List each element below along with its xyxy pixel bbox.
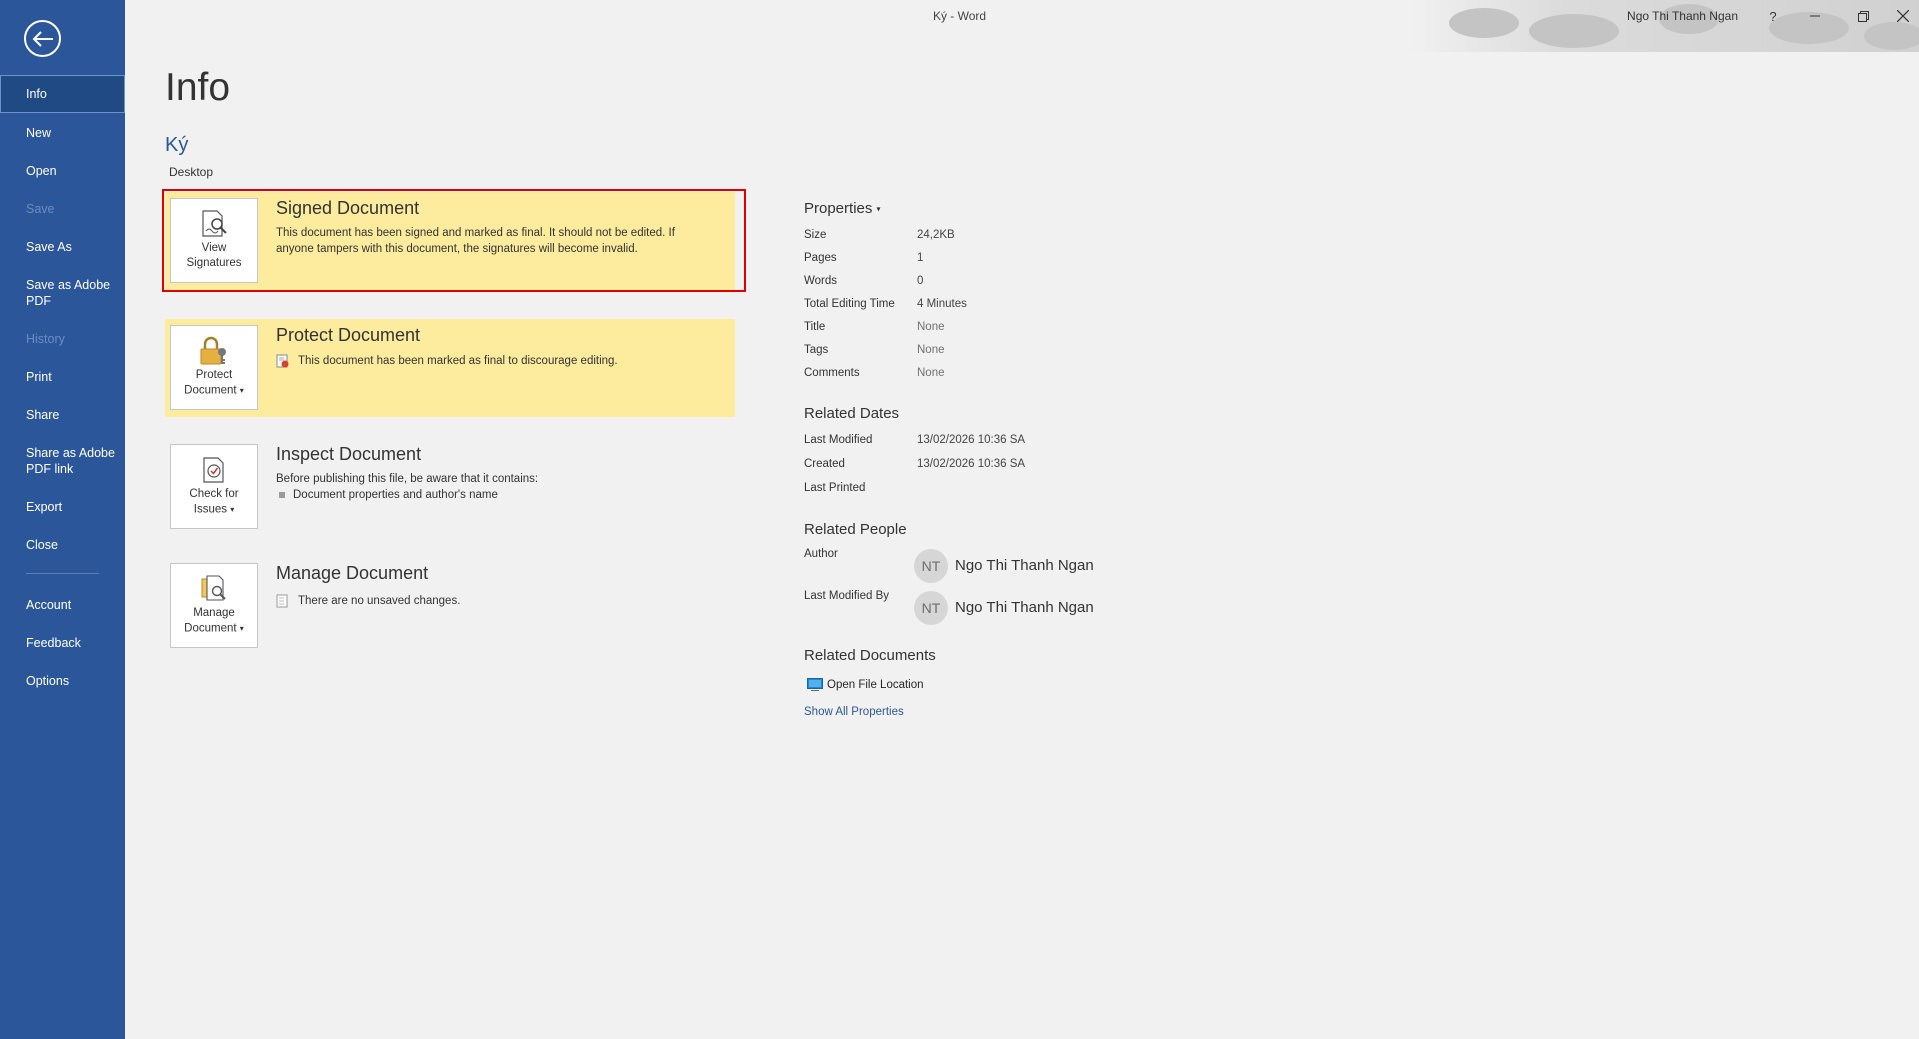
modifier-avatar[interactable]: NT — [914, 591, 948, 625]
protect-document-description: This document has been marked as final t… — [298, 355, 618, 367]
document-status-icon — [276, 594, 288, 608]
nav-new[interactable]: New — [0, 125, 125, 141]
author-name[interactable]: Ngo Thi Thanh Ngan — [955, 557, 1094, 574]
related-people-heading: Related People — [804, 521, 907, 538]
nav-close[interactable]: Close — [0, 537, 125, 553]
inspect-document-section: Check for Issues ▾ Inspect Document Befo… — [165, 438, 735, 536]
nav-share[interactable]: Share — [0, 407, 125, 423]
help-button[interactable]: ? — [1753, 4, 1793, 28]
close-window-button[interactable] — [1883, 4, 1919, 28]
nav-export[interactable]: Export — [0, 499, 125, 515]
protect-document-label: Protect Document ▾ — [184, 369, 244, 397]
inspect-bullet-text: Document properties and author's name — [293, 489, 498, 501]
properties-dropdown[interactable]: Properties ▾ — [804, 200, 881, 217]
nav-divider — [26, 573, 99, 574]
signature-document-icon — [200, 209, 228, 239]
backstage-nav: Info New Open Save Save As Save as Adobe… — [0, 0, 125, 1039]
marked-final-icon — [276, 354, 289, 368]
manage-document-title: Manage Document — [276, 563, 429, 583]
nav-save-as[interactable]: Save As — [0, 239, 125, 255]
document-name: Ký — [165, 134, 189, 156]
back-arrow-icon[interactable] — [24, 20, 61, 57]
signed-in-user[interactable]: Ngo Thi Thanh Ngan — [1627, 9, 1738, 23]
nav-account[interactable]: Account — [0, 597, 125, 613]
open-file-location-link[interactable]: Open File Location — [807, 678, 924, 691]
document-location: Desktop — [169, 165, 214, 179]
signed-document-description: This document has been signed and marked… — [276, 227, 675, 255]
close-icon — [1897, 10, 1909, 22]
nav-feedback[interactable]: Feedback — [0, 635, 125, 651]
protect-document-title: Protect Document — [276, 325, 421, 345]
help-icon: ? — [1769, 8, 1777, 24]
manage-document-description: There are no unsaved changes. — [298, 595, 461, 607]
nav-label: Info — [26, 87, 47, 101]
nav-options[interactable]: Options — [0, 673, 125, 689]
author-avatar[interactable]: NT — [914, 549, 948, 583]
minimize-icon — [1810, 15, 1820, 17]
nav-open[interactable]: Open — [0, 163, 125, 179]
chevron-down-icon: ▾ — [876, 204, 881, 214]
chevron-down-icon: ▾ — [230, 505, 235, 514]
protect-document-status: This document has been marked as final t… — [276, 354, 618, 368]
manage-document-label: Manage Document ▾ — [184, 607, 244, 635]
restore-icon — [1857, 10, 1869, 22]
page-title: Info — [165, 66, 231, 109]
view-signatures-button[interactable]: View Signatures — [170, 198, 258, 283]
chevron-down-icon: ▾ — [239, 386, 244, 395]
inspect-document-description: Before publishing this file, be aware th… — [276, 473, 539, 485]
restore-button[interactable] — [1843, 4, 1883, 28]
manage-document-button[interactable]: Manage Document ▾ — [170, 563, 258, 648]
bullet-icon — [279, 492, 285, 498]
nav-info[interactable]: Info — [0, 75, 125, 113]
inspect-document-title: Inspect Document — [276, 444, 422, 464]
protect-document-section: Protect Document ▾ Protect Document This… — [165, 319, 735, 417]
signed-document-title: Signed Document — [276, 198, 420, 218]
nav-save-as-adobe-pdf[interactable]: Save as Adobe PDF — [0, 277, 115, 309]
lock-key-icon — [198, 336, 230, 366]
folder-location-icon — [807, 678, 823, 691]
open-file-location-label: Open File Location — [827, 678, 924, 691]
view-signatures-label: View Signatures — [186, 242, 242, 269]
check-for-issues-label: Check for Issues ▾ — [189, 488, 239, 516]
signed-document-section: View Signatures Signed Document This doc… — [165, 192, 735, 290]
check-for-issues-button[interactable]: Check for Issues ▾ — [170, 444, 258, 529]
manage-document-icon — [199, 574, 229, 604]
show-all-properties-link[interactable]: Show All Properties — [804, 706, 904, 718]
modifier-name[interactable]: Ngo Thi Thanh Ngan — [955, 599, 1094, 616]
related-documents-heading: Related Documents — [804, 647, 936, 664]
minimize-button[interactable] — [1795, 4, 1835, 28]
inspect-document-icon — [200, 455, 228, 485]
manage-document-section: Manage Document ▾ Manage Document There … — [165, 557, 735, 655]
chevron-down-icon: ▾ — [239, 624, 244, 633]
nav-history: History — [26, 332, 65, 346]
protect-document-button[interactable]: Protect Document ▾ — [170, 325, 258, 410]
nav-save: Save — [26, 202, 55, 216]
inspect-document-bullet: Document properties and author's name — [279, 489, 498, 501]
nav-print[interactable]: Print — [0, 369, 125, 385]
properties-heading: Properties — [804, 200, 873, 217]
nav-share-adobe-pdf-link[interactable]: Share as Adobe PDF link — [0, 445, 115, 477]
manage-document-status: There are no unsaved changes. — [276, 594, 460, 608]
related-dates-heading: Related Dates — [804, 405, 900, 422]
